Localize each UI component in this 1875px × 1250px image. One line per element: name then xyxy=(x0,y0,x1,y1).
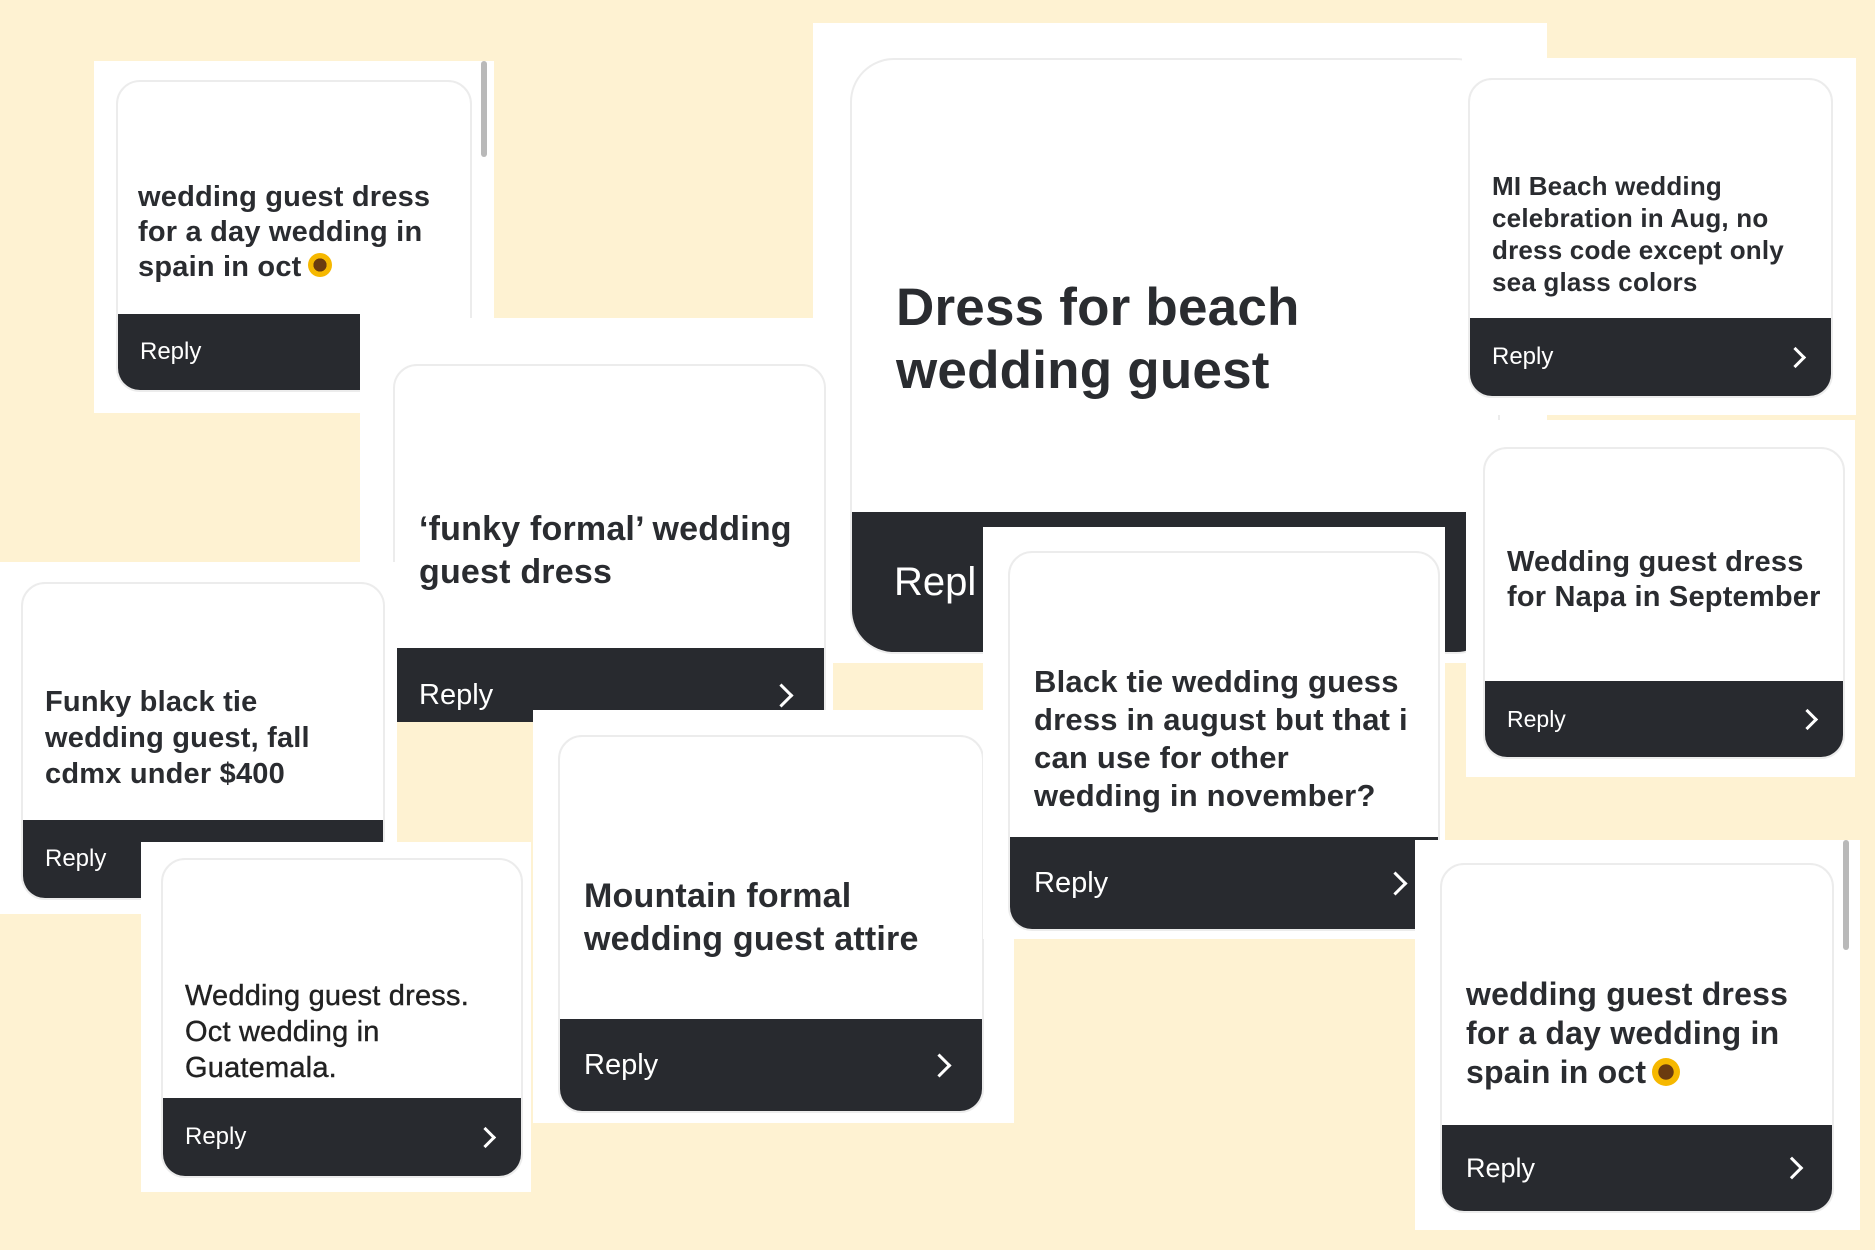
question-text: wedding guest dress for a day wedding in… xyxy=(1466,976,1789,1090)
reply-button[interactable]: Reply xyxy=(1034,867,1108,900)
question-card-9: Black tie wedding guess dress in august … xyxy=(1008,551,1440,931)
chevron-right-icon[interactable] xyxy=(474,1126,497,1148)
chevron-right-icon[interactable] xyxy=(1383,870,1408,896)
reply-bar[interactable]: Reply xyxy=(560,1019,982,1111)
reply-bar[interactable]: Reply xyxy=(163,1098,521,1176)
scrollbar[interactable] xyxy=(481,61,487,157)
question-text: Wedding guest dress for Napa in Septembe… xyxy=(1507,546,1821,613)
screenshot-tile-7: Wedding guest dress. Oct wedding in Guat… xyxy=(141,842,531,1192)
chevron-right-icon[interactable] xyxy=(769,682,794,708)
question-card-2: ‘funky formal’ wedding guest dress Reply xyxy=(393,364,826,722)
question-text: Black tie wedding guess dress in august … xyxy=(1034,664,1408,813)
question-text: ‘funky formal’ wedding guest dress xyxy=(419,510,792,591)
sunflower-icon xyxy=(307,253,332,278)
chevron-right-icon[interactable] xyxy=(1784,346,1807,368)
sunflower-icon xyxy=(1652,1057,1681,1086)
reply-button[interactable]: Reply xyxy=(419,679,493,712)
question-card-4: MI Beach wedding celebration in Aug, no … xyxy=(1468,78,1833,398)
reply-button[interactable]: Reply xyxy=(45,845,106,873)
question-text: Dress for beach wedding guest xyxy=(896,278,1300,400)
screenshot-tile-8: Mountain formal wedding guest attire Rep… xyxy=(533,710,1014,1123)
question-card-8: Mountain formal wedding guest attire Rep… xyxy=(558,735,984,1113)
chevron-right-icon[interactable] xyxy=(1796,708,1819,730)
reply-button[interactable]: Repl xyxy=(894,560,976,605)
chevron-right-icon[interactable] xyxy=(927,1052,952,1078)
reply-bar[interactable]: Reply xyxy=(118,314,360,390)
reply-bar[interactable]: Reply xyxy=(1470,318,1831,396)
screenshot-tile-10: wedding guest dress for a day wedding in… xyxy=(1415,840,1860,1230)
reply-bar[interactable]: Reply xyxy=(1442,1125,1832,1211)
reply-button[interactable]: Reply xyxy=(185,1123,246,1151)
scrollbar[interactable] xyxy=(1843,840,1849,950)
question-text: Funky black tie wedding guest, fall cdmx… xyxy=(45,686,310,790)
screenshot-tile-4: MI Beach wedding celebration in Aug, no … xyxy=(1462,58,1856,415)
reply-button[interactable]: Reply xyxy=(1507,706,1566,733)
screenshot-tile-9: Black tie wedding guess dress in august … xyxy=(983,527,1445,939)
question-text: wedding guest dress for a day wedding in… xyxy=(138,181,431,283)
question-card-7: Wedding guest dress. Oct wedding in Guat… xyxy=(161,858,523,1178)
reply-button[interactable]: Reply xyxy=(1466,1153,1535,1184)
screenshot-tile-5: Wedding guest dress for Napa in Septembe… xyxy=(1466,420,1855,777)
chevron-right-icon[interactable] xyxy=(1780,1156,1804,1180)
reply-bar[interactable]: Reply xyxy=(1485,681,1843,757)
question-card-10: wedding guest dress for a day wedding in… xyxy=(1440,863,1834,1213)
question-text: Wedding guest dress. Oct wedding in Guat… xyxy=(185,980,469,1084)
reply-button[interactable]: Reply xyxy=(584,1049,658,1082)
question-text: MI Beach wedding celebration in Aug, no … xyxy=(1492,171,1784,297)
reply-button[interactable]: Reply xyxy=(140,338,201,366)
question-card-5: Wedding guest dress for Napa in Septembe… xyxy=(1483,447,1845,759)
question-text: Mountain formal wedding guest attire xyxy=(584,877,919,958)
screenshot-tile-2: ‘funky formal’ wedding guest dress Reply xyxy=(360,318,833,722)
reply-button[interactable]: Reply xyxy=(1492,343,1553,371)
reply-bar[interactable]: Reply xyxy=(1010,837,1438,929)
